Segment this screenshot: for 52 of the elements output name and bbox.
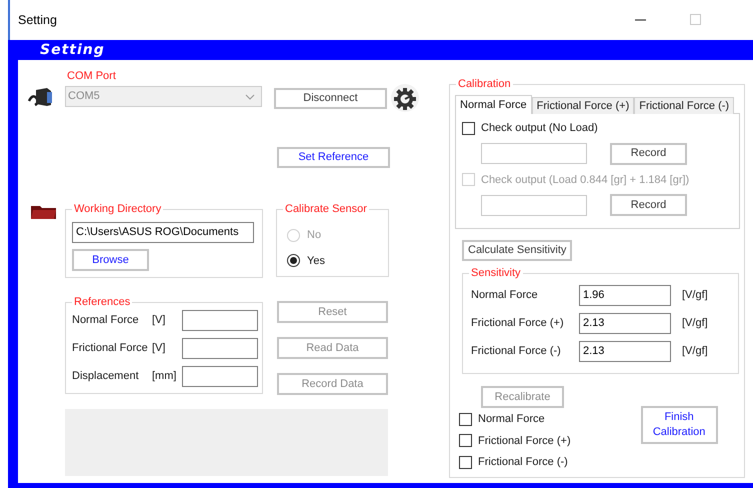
unit-label: [V/gf] bbox=[682, 288, 708, 304]
field-label: Frictional Force bbox=[72, 341, 149, 356]
tab[interactable]: Frictional Force (+) bbox=[532, 97, 634, 114]
tab[interactable]: Normal Force bbox=[455, 95, 532, 114]
checkbox-label: Normal Force bbox=[478, 412, 545, 427]
checkbox-label: Frictional Force (-) bbox=[478, 455, 568, 470]
checkbox-label: Check output (No Load) bbox=[481, 121, 598, 136]
disconnect-button[interactable]: Disconnect bbox=[274, 88, 387, 109]
checkbox[interactable] bbox=[459, 412, 472, 426]
group-title: Sensitivity bbox=[469, 266, 523, 280]
field-label: Normal Force bbox=[72, 313, 140, 328]
window-title: Setting bbox=[18, 12, 57, 29]
unit-label: [V] bbox=[152, 313, 166, 328]
field-label: COM Port bbox=[67, 69, 117, 83]
finish-calibration-button[interactable]: Finish Calibration bbox=[640, 406, 718, 444]
radio-label: Yes bbox=[307, 254, 325, 268]
folder-icon bbox=[30, 205, 57, 220]
dropdown-value: COM5 bbox=[67, 89, 101, 104]
tab[interactable]: Frictional Force (-) bbox=[634, 97, 734, 114]
input-field[interactable] bbox=[481, 194, 587, 216]
checkbox[interactable] bbox=[459, 434, 472, 448]
input-field[interactable] bbox=[182, 310, 258, 331]
input-field[interactable]: 2.13 bbox=[579, 341, 671, 362]
set-reference-button[interactable]: Set Reference bbox=[277, 147, 390, 168]
field-label: Normal Force bbox=[470, 288, 539, 304]
gear-icon bbox=[390, 83, 420, 113]
directory-field[interactable]: C:\Users\ASUS ROG\Documents bbox=[72, 222, 254, 243]
unit-label: [V] bbox=[152, 341, 166, 356]
radio-label: No bbox=[307, 228, 322, 243]
field-label: Displacement bbox=[72, 369, 140, 384]
calculate-sensitivity-button[interactable]: Calculate Sensitivity bbox=[462, 240, 572, 261]
group-title: Working Directory bbox=[72, 202, 164, 216]
unit-label: [mm] bbox=[152, 369, 178, 384]
field-label: Frictional Force (-) bbox=[470, 344, 562, 360]
record-button[interactable]: Record bbox=[610, 142, 687, 164]
input-field[interactable] bbox=[182, 338, 258, 359]
browse-button[interactable]: Browse bbox=[72, 249, 149, 271]
checkbox-label: Check output (Load 0.844 [gr] + 1.184 [gr]) bbox=[481, 172, 690, 188]
header-title: Setting bbox=[40, 40, 105, 60]
serial-connector-icon bbox=[27, 87, 55, 107]
chevron-down-icon bbox=[245, 94, 255, 100]
checkbox[interactable] bbox=[459, 456, 472, 469]
input-field[interactable]: 1.96 bbox=[579, 285, 671, 306]
checkbox-label: Frictional Force (+) bbox=[478, 434, 571, 448]
input-field[interactable] bbox=[182, 366, 258, 387]
input-field[interactable] bbox=[481, 143, 587, 164]
radio-button[interactable] bbox=[287, 254, 300, 268]
field-label: Frictional Force (+) bbox=[470, 316, 565, 332]
unit-label: [V/gf] bbox=[682, 316, 708, 332]
input-field[interactable]: 2.13 bbox=[579, 313, 671, 334]
unit-label: [V/gf] bbox=[682, 344, 708, 360]
checkbox[interactable] bbox=[462, 122, 475, 135]
